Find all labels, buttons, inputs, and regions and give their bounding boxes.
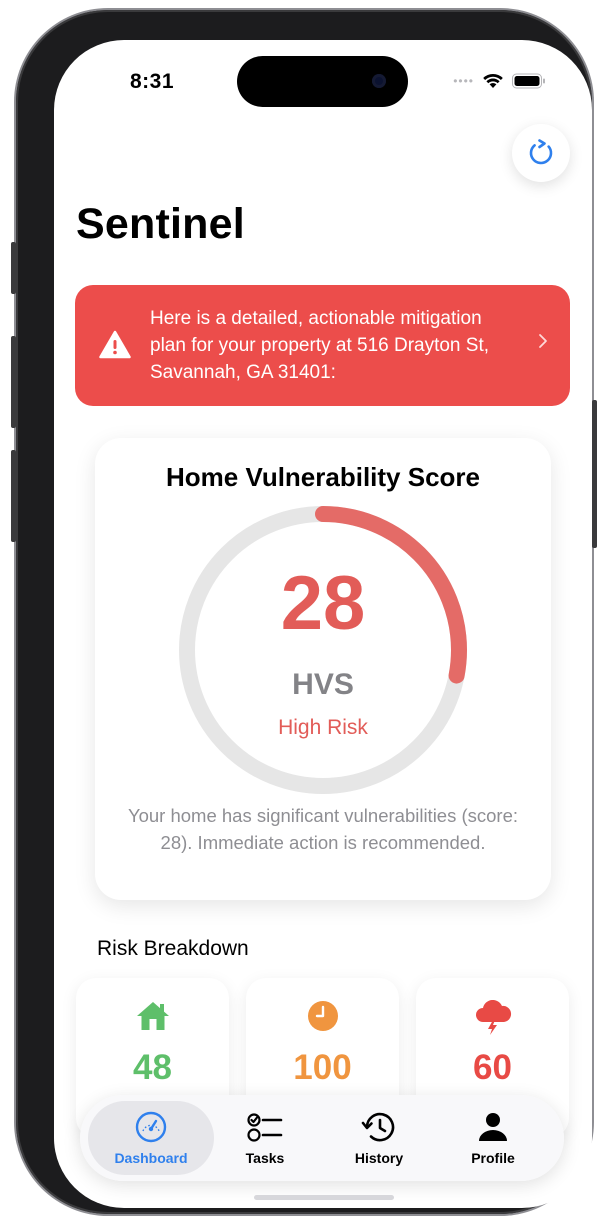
score-unit: HVS [292,668,354,701]
status-indicators: •••• [453,73,546,89]
tab-label: Dashboard [114,1150,188,1166]
dynamic-island [237,56,408,107]
banner-text: Here is a detailed, actionable mitigatio… [150,308,490,383]
house-icon [136,1002,169,1030]
risk-value: 60 [473,1048,512,1087]
risk-value: 48 [133,1048,172,1087]
gauge-icon [135,1111,167,1143]
tab-tasks[interactable]: Tasks [202,1101,328,1175]
score-gauge [179,506,467,794]
home-indicator [254,1195,394,1200]
storm-cloud-icon [475,1000,511,1035]
risk-level: High Risk [278,716,368,739]
tab-history[interactable]: History [316,1101,442,1175]
score-card: Home Vulnerability Score 28 HVS High Ris… [95,438,551,900]
status-time: 8:31 [130,70,175,93]
tab-profile[interactable]: Profile [430,1101,556,1175]
risk-value: 100 [293,1048,352,1087]
power-button [592,400,597,548]
action-button [11,242,16,294]
score-value: 28 [280,561,366,646]
refresh-button[interactable] [512,124,570,182]
clock-icon [307,1001,338,1031]
person-icon [479,1113,507,1141]
tab-label: Profile [471,1150,515,1166]
volume-up-button [11,336,16,428]
mitigation-plan-banner[interactable]: Here is a detailed, actionable mitigatio… [75,285,570,406]
tab-bar: Dashboard Tasks History Profile [80,1095,564,1181]
refresh-icon [529,139,553,165]
cellular-signal-icon: •••• [453,74,474,88]
screen: 8:31 •••• Sentinel Here is a detailed, a… [54,40,592,1208]
volume-down-button [11,450,16,542]
tab-label: Tasks [245,1150,285,1166]
chevron-right-icon [539,334,547,348]
camera-icon [372,74,386,88]
phone-frame: 8:31 •••• Sentinel Here is a detailed, a… [11,10,597,1214]
score-description: Your home has significant vulnerabilitie… [127,805,519,853]
score-card-title: Home Vulnerability Score [165,462,481,492]
checklist-icon [247,1113,283,1142]
tab-label: History [354,1150,404,1166]
tab-dashboard[interactable]: Dashboard [88,1101,214,1175]
risk-breakdown-heading: Risk Breakdown [97,937,249,960]
page-title: Sentinel [76,200,245,248]
warning-icon [99,330,131,359]
wifi-icon [483,73,503,88]
battery-icon [512,73,545,89]
history-icon [361,1112,395,1142]
